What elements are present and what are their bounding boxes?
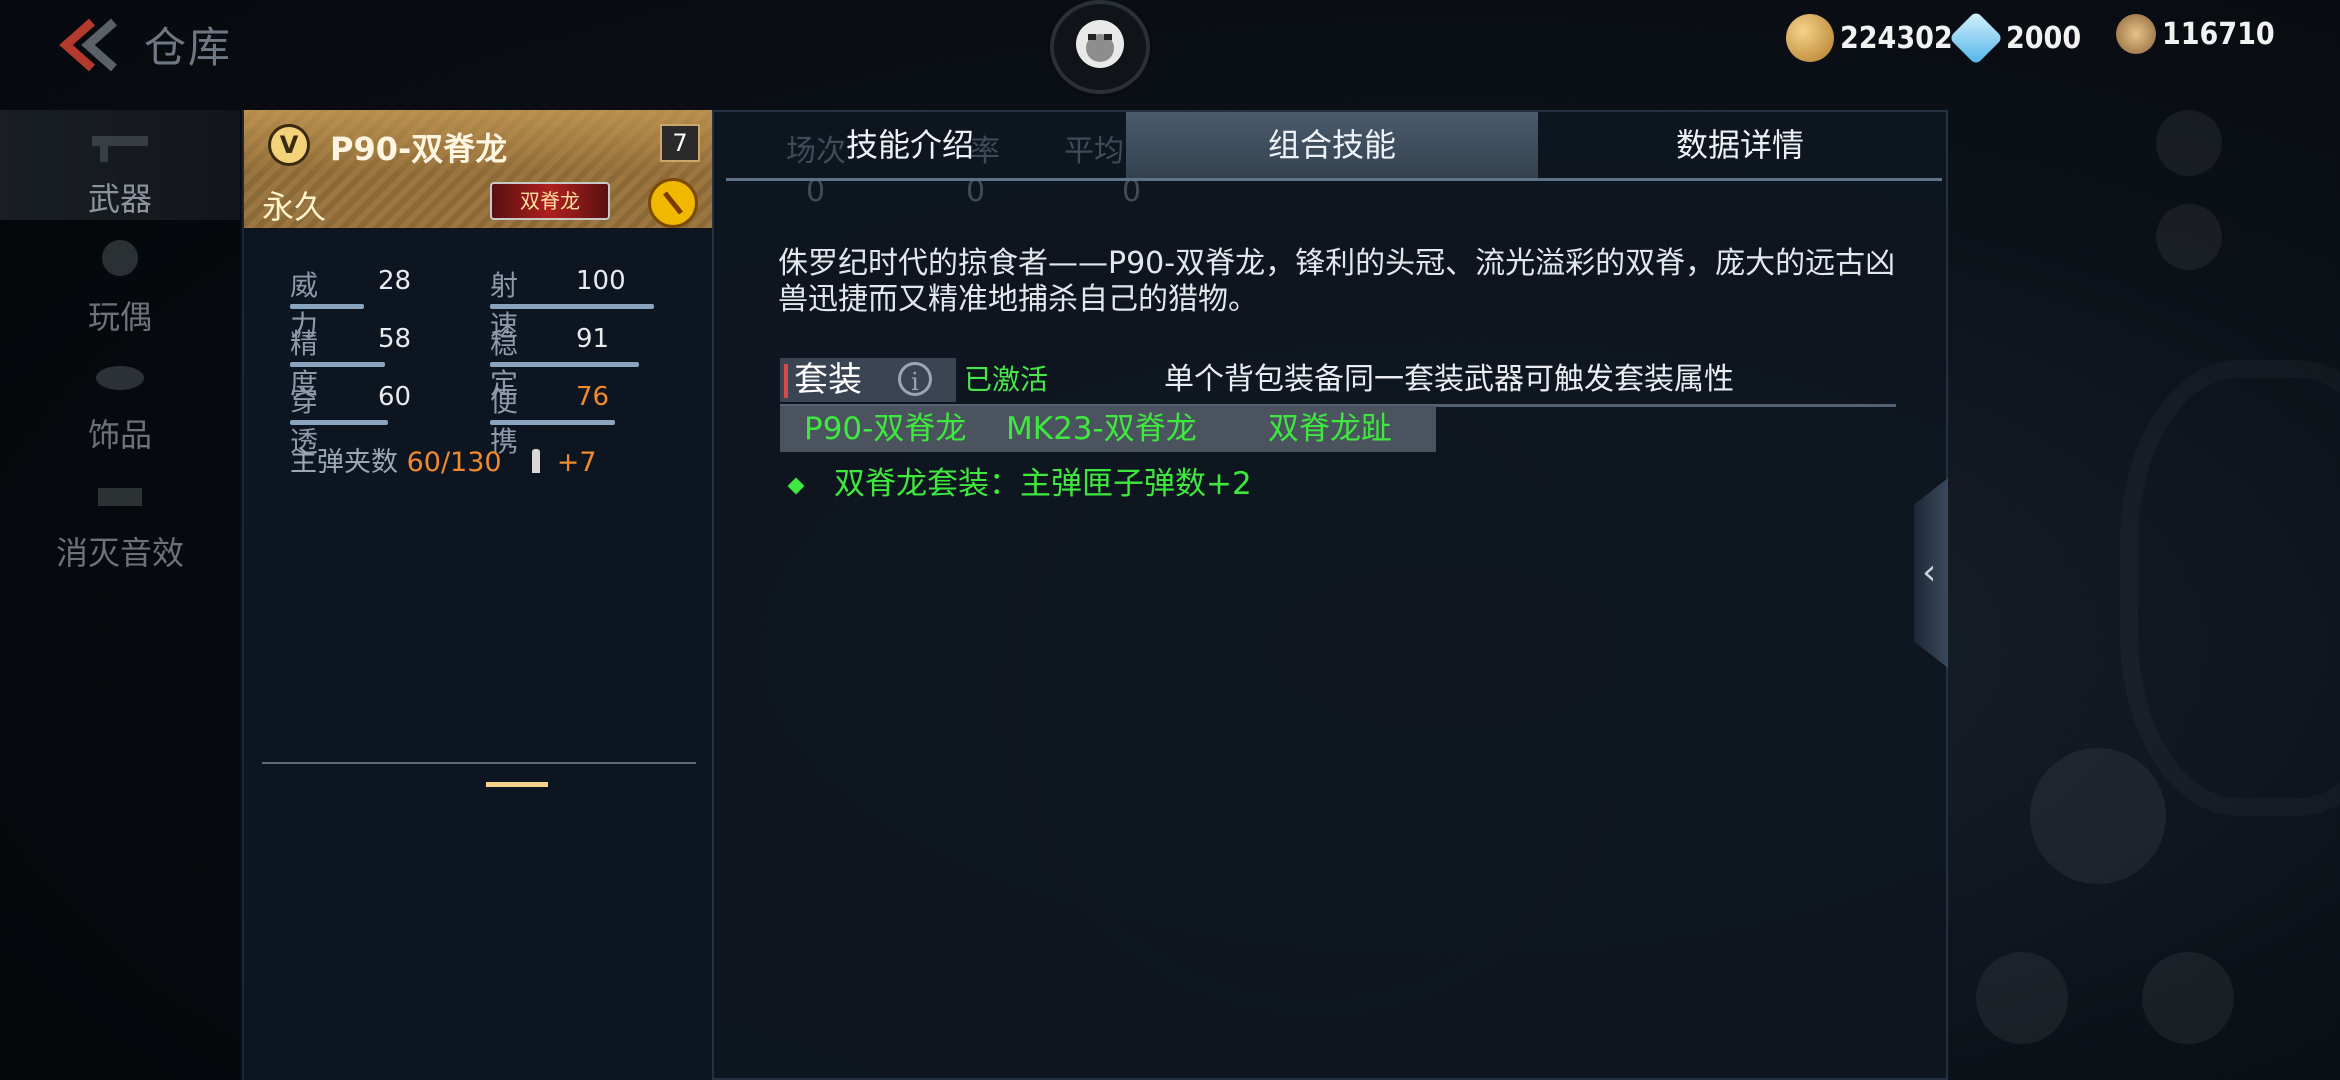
suit-status: 已激活	[964, 363, 1049, 396]
gold-coin-icon	[1786, 14, 1834, 62]
sidebar-item-label: 武器	[87, 180, 152, 218]
skill-description: 侏罗纪时代的掠食者——P90-双脊龙，锋利的头冠、流光溢彩的双脊，庞大的远古凶兽…	[778, 246, 1896, 317]
sidebar-item-sound[interactable]: 消灭音效	[0, 464, 240, 574]
stat-bar	[290, 362, 385, 367]
ammo-info: 主弹夹数 60/130 +7	[290, 440, 597, 479]
rifle-icon	[92, 136, 148, 162]
stat-bar	[290, 420, 388, 425]
bullet-view-icon[interactable]	[2030, 748, 2166, 884]
currency-honor[interactable]: 116710	[2116, 14, 2275, 54]
stat-value: 100	[576, 266, 626, 296]
sidebar-item-label: 消灭音效	[55, 534, 184, 572]
suit-member: P90-双脊龙	[804, 411, 967, 447]
stat-value: 60	[378, 382, 412, 412]
weapon-name: P90-双脊龙	[330, 130, 508, 168]
sidebar-item-label: 饰品	[87, 416, 152, 454]
stat-bar	[290, 304, 364, 309]
hide-icon[interactable]	[2142, 952, 2234, 1044]
diamond-value: 2000	[2006, 20, 2082, 56]
tab-bar: 技能介绍 组合技能 数据详情	[726, 112, 1942, 181]
honor-coin-icon	[2116, 14, 2156, 54]
gorilla-emblem-icon[interactable]	[1050, 0, 1150, 94]
vip-badge-icon: V	[268, 124, 310, 166]
suit-member: MK23-双脊龙	[1006, 411, 1197, 447]
suit-members: P90-双脊龙 MK23-双脊龙 双脊龙趾	[780, 406, 1436, 452]
sidebar-item-doll[interactable]: 玩偶	[0, 228, 240, 338]
ammo-label: 主弹夹数	[290, 447, 398, 478]
sidebar-item-accessory[interactable]: 饰品	[0, 346, 240, 456]
perspective-toggle-icon[interactable]	[2156, 204, 2222, 270]
collapse-panel-button[interactable]: ‹	[1914, 478, 1948, 668]
stat-value: 58	[378, 324, 412, 354]
back-button[interactable]	[52, 14, 122, 76]
divider	[262, 762, 696, 764]
skill-panel: 场次 率 平均KDA 0 0 0 技能介绍 组合技能 数据详情 侏罗纪时代的掠食…	[712, 110, 1948, 1080]
sidebar-item-weapon[interactable]: 武器	[0, 110, 240, 220]
suit-bonus-text: 双脊龙套装：主弹匣子弹数+2	[834, 466, 1252, 502]
sidebar-item-label: 玩偶	[87, 298, 152, 336]
ammo-bonus: +7	[556, 447, 597, 478]
stat-value: 76	[576, 382, 610, 412]
doll-icon	[102, 240, 138, 276]
suit-header: 套装 i 已激活 单个背包装备同一套装武器可触发套装属性	[780, 358, 1896, 407]
stat-bar	[490, 362, 639, 367]
suit-label: 套装	[794, 360, 862, 400]
chevron-left-icon: ‹	[1922, 552, 1937, 593]
settings-icon[interactable]	[2156, 110, 2222, 176]
page-title: 仓库	[144, 23, 233, 72]
info-icon[interactable]: i	[898, 362, 932, 396]
suit-label-box: 套装 i	[780, 358, 956, 402]
diamond-bullet-icon	[787, 477, 805, 494]
suit-bonus: 双脊龙套装：主弹匣子弹数+2	[787, 464, 1252, 504]
currency-diamond[interactable]: 2000	[1948, 10, 2082, 66]
top-bar: 仓库 224302 2000 116710	[0, 0, 2340, 94]
currency-gold[interactable]: 224302	[1786, 14, 1953, 62]
page-indicator	[486, 782, 548, 787]
accessory-icon	[96, 366, 144, 390]
double-chevron-left-icon	[59, 18, 117, 72]
stat-bar	[490, 420, 615, 425]
gold-value: 224302	[1840, 20, 1953, 56]
diamond-icon	[1948, 10, 2004, 66]
honor-value: 116710	[2162, 16, 2275, 52]
weapon-header: V P90-双脊龙 7 永久 双脊龙	[244, 110, 714, 228]
suit-hint: 单个背包装备同一套装武器可触发套装属性	[1164, 362, 1734, 397]
tab-skill-intro[interactable]: 技能介绍	[726, 112, 1094, 178]
tab-combo-skill[interactable]: 组合技能	[1126, 112, 1538, 178]
stat-value: 91	[576, 324, 610, 354]
stat-value: 28	[378, 266, 412, 296]
switch-icon[interactable]	[1976, 952, 2068, 1044]
ammo-value: 60/130	[406, 447, 502, 478]
suit-member: 双脊龙趾	[1268, 411, 1392, 447]
tab-data-details[interactable]: 数据详情	[1538, 112, 1942, 178]
category-sidebar: 武器 玩偶 饰品 消灭音效	[0, 110, 240, 1080]
weapon-duration: 永久	[262, 188, 327, 226]
stat-bar	[490, 304, 654, 309]
weapon-info-panel: V P90-双脊龙 7 永久 双脊龙 威力 28 射速 100 精度 58 稳定…	[242, 110, 714, 1080]
bullet-icon	[532, 449, 541, 473]
weapon-level: 7	[660, 124, 700, 162]
skin-badge: 双脊龙	[490, 182, 610, 220]
background-target	[2120, 360, 2340, 816]
sound-icon	[98, 488, 142, 506]
medal-icon[interactable]	[648, 178, 698, 228]
